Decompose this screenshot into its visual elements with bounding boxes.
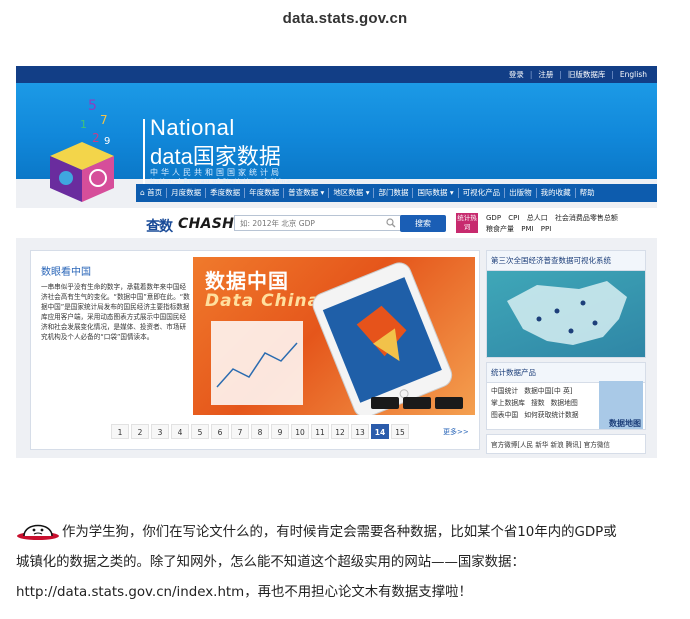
census-title: 第三次全国经济普查数据可视化系统 — [487, 251, 645, 271]
nav-department[interactable]: 部门数据 — [374, 184, 412, 202]
hot-link-cpi[interactable]: CPI — [508, 214, 519, 222]
nav-annual[interactable]: 年度数据 — [245, 184, 283, 202]
page-button[interactable]: 6 — [211, 424, 229, 439]
page-button[interactable]: 12 — [331, 424, 349, 439]
svg-text:5: 5 — [88, 98, 97, 114]
nav-census[interactable]: 普查数据 ▾ — [284, 184, 328, 202]
page-title: data.stats.gov.cn — [282, 10, 408, 27]
cube-logo-icon: 5 7 1 2 9 — [50, 98, 114, 202]
article-line-1: 作为学生狗，你们在写论文什么的，有时候肯定会需要各种数据，比如某个省10年内的G… — [62, 525, 617, 540]
hot-link-retail[interactable]: 社会消费品零售总额 — [555, 214, 618, 222]
census-box[interactable]: 第三次全国经济普查数据可视化系统 — [486, 250, 646, 358]
product-link[interactable]: 如何获取统计数据 — [524, 411, 578, 419]
page-button[interactable]: 7 — [231, 424, 249, 439]
products-list: 中国统计 数据中国[中 英] 掌上数据库 搜数 数据地图 图表中国 如何获取统计数据 — [487, 383, 597, 423]
featured-panel: 数眼看中国 一串串似乎没有生命的数字，承载着数年来中国经济社会高有生气的变化。“… — [30, 250, 480, 450]
article-text: 作为学生狗，你们在写论文什么的，有时候肯定会需要各种数据，比如某个省10年内的G… — [16, 516, 676, 608]
more-link[interactable]: 更多>> — [443, 427, 469, 437]
page-button[interactable]: 5 — [191, 424, 209, 439]
data-china-promo[interactable]: 数据中国 Data China — [193, 257, 475, 415]
login-link[interactable]: 登录 — [503, 66, 530, 83]
page-button[interactable]: 3 — [151, 424, 169, 439]
nav-visualization[interactable]: 可视化产品 — [459, 184, 505, 202]
intro-title[interactable]: 数眼看中国 — [41, 263, 191, 278]
search-row: 查数 CHASHU 搜索 统计热词 GDP CPI 总人口 社会消费品零售总额 … — [16, 208, 657, 238]
english-link[interactable]: English — [614, 66, 653, 83]
page-button[interactable]: 11 — [311, 424, 329, 439]
product-link[interactable]: 数据中国[中 英] — [524, 387, 572, 395]
sidebar: 第三次全国经济普查数据可视化系统 统计数据产品 中国统计 数据中国[中 英] 掌上… — [486, 250, 646, 454]
magnifier-icon — [386, 218, 396, 228]
product-link[interactable]: 中国统计 — [491, 387, 518, 395]
svg-text:2: 2 — [92, 131, 100, 145]
hot-link-population[interactable]: 总人口 — [527, 214, 548, 222]
nav-help[interactable]: 帮助 — [576, 184, 599, 202]
svg-text:7: 7 — [100, 113, 108, 127]
products-box: 统计数据产品 中国统计 数据中国[中 英] 掌上数据库 搜数 数据地图 图表中国 如何获… — [486, 362, 646, 430]
weibo-links[interactable]: 官方微博[人民 新华 新浪 腾讯] 官方微信 — [486, 434, 646, 454]
phone-illustration — [211, 262, 463, 415]
page-button[interactable]: 13 — [351, 424, 369, 439]
product-link[interactable]: 掌上数据库 — [491, 399, 525, 407]
product-link[interactable]: 搜数 — [531, 399, 545, 407]
chashu-logo-cn: 查数 — [146, 219, 173, 235]
nav-regional[interactable]: 地区数据 ▾ — [329, 184, 373, 202]
nav-international[interactable]: 国际数据 ▾ — [413, 184, 457, 202]
search-input[interactable] — [234, 215, 402, 231]
page-button[interactable]: 9 — [271, 424, 289, 439]
nav-monthly[interactable]: 月度数据 — [167, 184, 205, 202]
page-button[interactable]: 8 — [251, 424, 269, 439]
page-button[interactable]: 4 — [171, 424, 189, 439]
products-title: 统计数据产品 — [487, 363, 645, 383]
pagination: 1 2 3 4 5 6 7 8 9 10 11 12 13 14 15 — [111, 424, 411, 439]
nav-home[interactable]: ⌂ 首页 — [136, 184, 166, 202]
website-screenshot: 登录 | 注册 | 旧版数据库 | English National data国家数据… — [16, 66, 657, 458]
page-button[interactable]: 1 — [111, 424, 129, 439]
china-map-icon — [507, 281, 627, 345]
register-link[interactable]: 注册 — [532, 66, 559, 83]
data-map-label: 数据地图 — [609, 419, 641, 428]
product-link[interactable]: 数据地图 — [551, 399, 578, 407]
census-map — [487, 271, 645, 357]
svg-text:9: 9 — [104, 136, 110, 147]
page-button[interactable]: 10 — [291, 424, 309, 439]
intro-body: 一串串似乎没有生命的数字，承载着数年来中国经济社会高有生气的变化。“数据中国”意… — [41, 283, 190, 341]
search-button[interactable]: 搜索 — [400, 215, 446, 232]
svg-text:1: 1 — [80, 118, 87, 131]
article-line-2: 城镇化的数据之类的。除了知网外，怎么能不知道这个超级实用的网站——国家数据： — [16, 555, 525, 570]
hot-link-ppi[interactable]: PPI — [541, 225, 552, 233]
top-utility-bar: 登录 | 注册 | 旧版数据库 | English — [16, 66, 657, 83]
cartoon-face-icon — [17, 524, 59, 540]
hot-links: GDP CPI 总人口 社会消费品零售总额 粮食产量 PMI PPI — [486, 213, 656, 235]
old-database-link[interactable]: 旧版数据库 — [562, 66, 612, 83]
product-link[interactable]: 图表中国 — [491, 411, 518, 419]
page-button-active[interactable]: 14 — [371, 424, 389, 439]
hot-link-gdp[interactable]: GDP — [486, 214, 501, 222]
nav-publications[interactable]: 出版物 — [505, 184, 536, 202]
intro-block: 数眼看中国 一串串似乎没有生命的数字，承载着数年来中国经济社会高有生气的变化。“… — [41, 263, 191, 342]
brand-national: National — [150, 115, 235, 140]
hot-link-grain[interactable]: 粮食产量 — [486, 225, 514, 233]
main-navigation: ⌂ 首页 月度数据 季度数据 年度数据 普查数据 ▾ 地区数据 ▾ 部门数据 国… — [136, 184, 657, 202]
page-button[interactable]: 2 — [131, 424, 149, 439]
article-line-3: http://data.stats.gov.cn/index.htm，再也不用担… — [16, 585, 472, 600]
page-button[interactable]: 15 — [391, 424, 409, 439]
hot-link-pmi[interactable]: PMI — [521, 225, 533, 233]
nav-favorites[interactable]: 我的收藏 — [537, 184, 575, 202]
nav-quarterly[interactable]: 季度数据 — [206, 184, 244, 202]
hot-words-tag: 统计热词 — [456, 213, 478, 233]
